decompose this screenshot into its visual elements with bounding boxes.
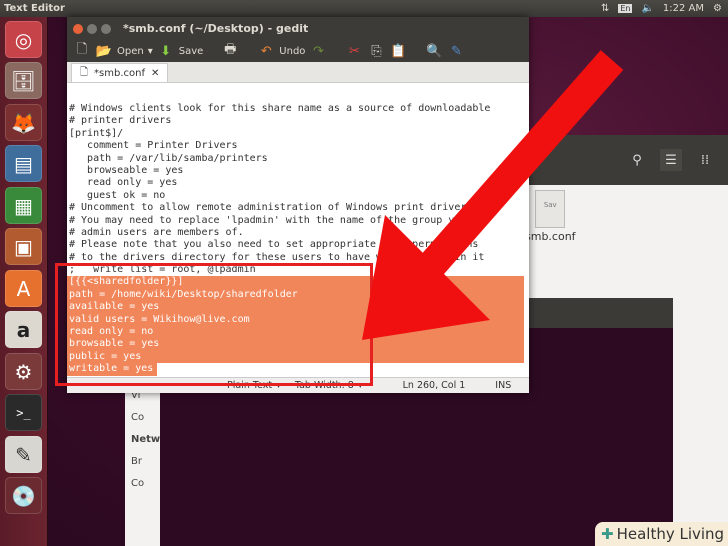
arrow-shaft xyxy=(398,50,624,300)
healthy-living-watermark: ✚ Healthy Living xyxy=(595,522,728,546)
cross-logo-icon: ✚ xyxy=(601,525,614,543)
annotation-arrow xyxy=(362,50,624,340)
